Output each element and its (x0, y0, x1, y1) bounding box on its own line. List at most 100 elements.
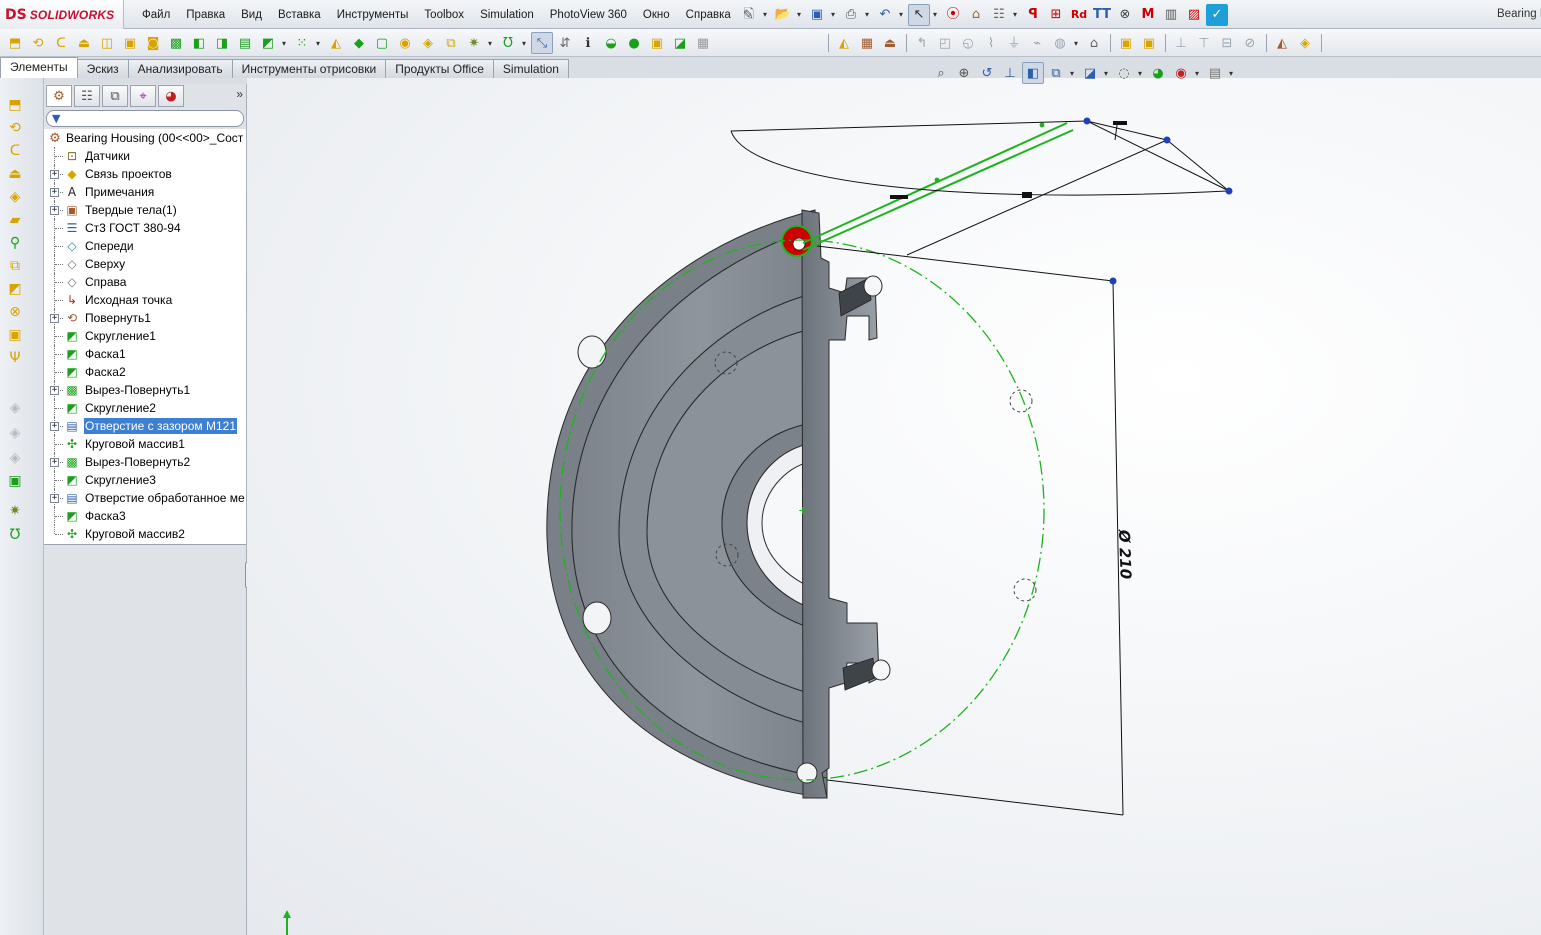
select-dropdown-icon[interactable]: ▾ (931, 10, 939, 19)
undo-dropdown-icon[interactable]: ▾ (897, 10, 905, 19)
v-rib-icon[interactable]: Ψ (4, 348, 26, 368)
tool-render-1-icon[interactable]: ◭ (1271, 32, 1293, 54)
tool-mold-1-icon[interactable]: ⊥ (1170, 32, 1192, 54)
tool-surface-8-icon[interactable]: ⌂ (1083, 32, 1105, 54)
revolved-cut-icon[interactable]: ◙ (142, 32, 164, 54)
tab-simulation[interactable]: Simulation (492, 59, 569, 78)
tool-weldment-2-icon[interactable]: ▣ (1138, 32, 1160, 54)
reference-geometry-dropdown-icon[interactable]: ▾ (486, 39, 494, 48)
menu-edit[interactable]: Правка (178, 9, 233, 21)
dynamic-annotation-icon[interactable]: ◧ (1022, 62, 1044, 84)
freeform-icon[interactable]: ▣ (646, 32, 668, 54)
boundary-boss-icon[interactable]: ◫ (96, 32, 118, 54)
diameter-dimension[interactable]: Ø 210 (1115, 529, 1135, 580)
addin-p-icon[interactable]: ꟼ (1022, 4, 1044, 26)
tree-item[interactable]: ◇ Справа (44, 273, 246, 291)
expand-toggle-icon[interactable]: + (50, 188, 59, 197)
menu-view[interactable]: Вид (233, 9, 270, 21)
file-properties-icon[interactable]: ⌂ (965, 4, 987, 26)
expand-toggle-icon[interactable]: + (50, 170, 59, 179)
expand-toggle-icon[interactable]: + (50, 206, 59, 215)
tool-section-icon[interactable]: ⏏ (879, 32, 901, 54)
tab-drawing-tools[interactable]: Инструменты отрисовки (231, 59, 387, 78)
reference-geometry-icon[interactable]: ✷ (463, 32, 485, 54)
select-pointer-icon[interactable]: ↖ (908, 3, 930, 26)
mirror-icon[interactable]: ⧉ (440, 32, 462, 54)
configurationmanager-tab-icon[interactable]: ⧉ (102, 85, 128, 107)
edit-appearance-icon[interactable]: ◕ (1147, 62, 1169, 84)
v-disabled-3-icon[interactable]: ◈ (4, 448, 26, 468)
tool-measure-icon[interactable]: ◭ (833, 32, 855, 54)
handle-point[interactable] (1163, 136, 1171, 144)
open-folder-icon[interactable]: 📂 (772, 4, 794, 26)
tree-item[interactable]: + A Примечания (44, 183, 246, 201)
tree-item[interactable]: + ▩ Вырез-Повернуть2 (44, 453, 246, 471)
tool-surface-6-icon[interactable]: ⌁ (1026, 32, 1048, 54)
revolved-boss-icon[interactable]: ⟲ (27, 32, 49, 54)
v-cut-icon[interactable]: ⊗ (4, 302, 26, 322)
menu-file[interactable]: Файл (134, 9, 178, 21)
v-plane-icon[interactable]: ▰ (4, 210, 26, 230)
propertymanager-tab-icon[interactable]: ☷ (74, 85, 100, 107)
v-cube-icon[interactable]: ▣ (4, 471, 26, 491)
view-orientation-dropdown-icon[interactable]: ▾ (1068, 69, 1076, 78)
addin-m-icon[interactable]: M (1137, 4, 1159, 26)
instant3d-icon[interactable]: ⤡ (531, 32, 553, 54)
v-reference-geometry-icon[interactable]: ✷ (4, 501, 26, 521)
v-sweep-icon[interactable]: ᑕ (4, 141, 26, 161)
extruded-cut-icon[interactable]: ▣ (119, 32, 141, 54)
undo-icon[interactable]: ↶ (874, 4, 896, 26)
tool-surface-5-icon[interactable]: ⏚ (1003, 32, 1025, 54)
addin-tt-icon[interactable]: TT (1091, 4, 1113, 26)
view-orientation-icon[interactable]: ⧉ (1045, 62, 1067, 84)
v-revolve-icon[interactable]: ⟲ (4, 118, 26, 138)
sphere-icon[interactable]: ● (623, 32, 645, 54)
display-style-dropdown-icon[interactable]: ▾ (1102, 69, 1110, 78)
v-extrude-icon[interactable]: ⬒ (4, 95, 26, 115)
dome-icon[interactable]: ◒ (600, 32, 622, 54)
print-dropdown-icon[interactable]: ▾ (863, 10, 871, 19)
zoom-to-area-icon[interactable]: ⊕ (953, 62, 975, 84)
tree-item[interactable]: ☰ Ст3 ГОСТ 380-94 (44, 219, 246, 237)
expand-toggle-icon[interactable]: + (50, 494, 59, 503)
expand-panel-icon[interactable]: » (236, 87, 243, 101)
model-viewport[interactable]: + Ø 210 (247, 78, 1541, 935)
previous-view-icon[interactable]: ↺ (976, 62, 998, 84)
featuremanager-tab-icon[interactable]: ⚙ (46, 85, 72, 107)
fillet-dropdown-icon[interactable]: ▾ (280, 39, 288, 48)
swept-boss-icon[interactable]: ᑕ (50, 32, 72, 54)
v-boundary-icon[interactable]: ◈ (4, 187, 26, 207)
tool-mold-3-icon[interactable]: ⊟ (1216, 32, 1238, 54)
tool-mold-4-icon[interactable]: ⊘ (1239, 32, 1261, 54)
lofted-boss-icon[interactable]: ⏏ (73, 32, 95, 54)
save-dropdown-icon[interactable]: ▾ (829, 10, 837, 19)
dimxpert-tab-icon[interactable]: ⌖ (130, 85, 156, 107)
save-icon[interactable]: ▣ (806, 4, 828, 26)
expand-toggle-icon[interactable]: + (50, 422, 59, 431)
boundary-cut-icon[interactable]: ◨ (211, 32, 233, 54)
lofted-cut-icon[interactable]: ◧ (188, 32, 210, 54)
tree-item[interactable]: ◩ Фаска3 (44, 507, 246, 525)
view-settings-icon[interactable]: ▤ (1204, 62, 1226, 84)
menu-help[interactable]: Справка (678, 9, 739, 21)
indent-icon[interactable]: ▦ (692, 32, 714, 54)
apply-scene-icon[interactable]: ◉ (1170, 62, 1192, 84)
addin-dimension-icon[interactable]: ⊗ (1114, 4, 1136, 26)
section-view-icon[interactable]: ⊥ (999, 62, 1021, 84)
tool-surface-dropdown-icon[interactable]: ▾ (1072, 39, 1080, 48)
curves-icon[interactable]: Ʊ (497, 32, 519, 54)
display-style-icon[interactable]: ◪ (1079, 62, 1101, 84)
linear-pattern-icon[interactable]: ⁙ (291, 32, 313, 54)
tree-item[interactable]: ✣ Круговой массив2 (44, 525, 246, 543)
addin-rd-icon[interactable]: Rd (1068, 4, 1090, 26)
view-settings-dropdown-icon[interactable]: ▾ (1227, 69, 1235, 78)
handle-point[interactable] (1109, 277, 1117, 285)
graphics-area[interactable]: + Ø 210 (247, 78, 1541, 935)
tree-item[interactable]: ◩ Скругление2 (44, 399, 246, 417)
tab-office-products[interactable]: Продукты Office (385, 59, 494, 78)
expand-toggle-icon[interactable]: + (50, 458, 59, 467)
v-curve-icon[interactable]: ⚲ (4, 233, 26, 253)
hole-wizard-icon[interactable]: ▤ (234, 32, 256, 54)
tree-item[interactable]: + ⟲ Повернуть1 (44, 309, 246, 327)
tree-item[interactable]: ◩ Скругление1 (44, 327, 246, 345)
